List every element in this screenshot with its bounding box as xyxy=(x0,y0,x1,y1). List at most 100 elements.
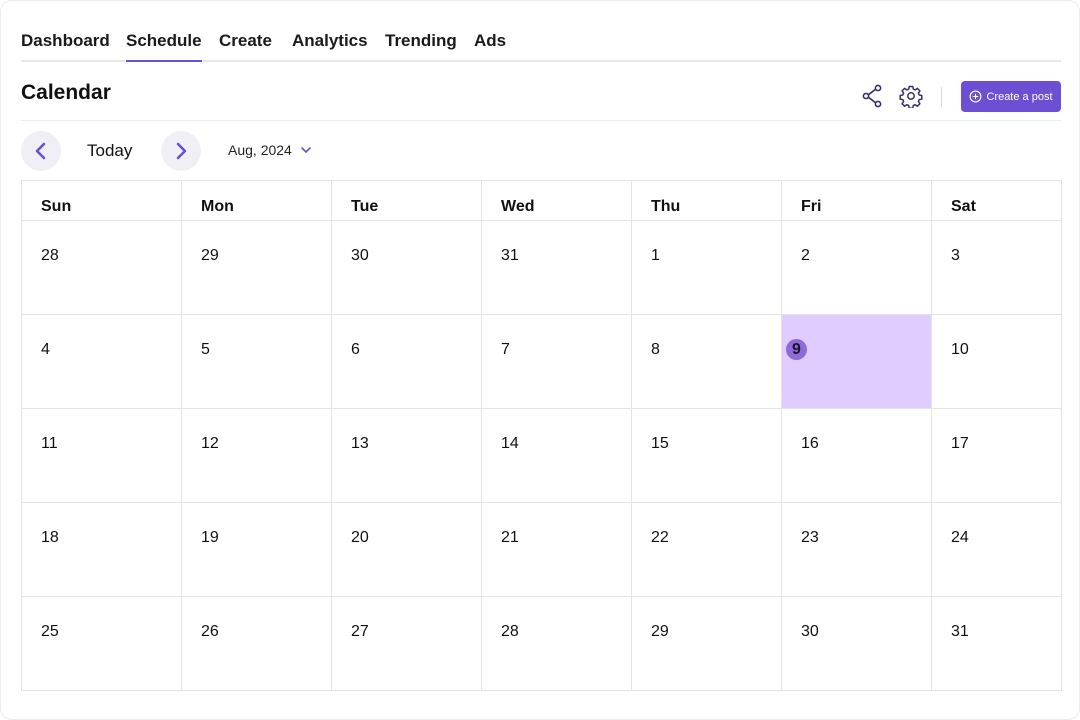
weekday-header-mon: Mon xyxy=(182,181,332,221)
app-window: Dashboard Schedule Create Analytics Tren… xyxy=(0,0,1080,720)
day-cell[interactable]: 18 xyxy=(22,503,182,597)
day-cell[interactable]: 29 xyxy=(182,221,332,315)
day-cell[interactable]: 15 xyxy=(632,409,782,503)
day-cell[interactable]: 17 xyxy=(932,409,1062,503)
day-number: 26 xyxy=(201,623,219,640)
day-cell[interactable]: 22 xyxy=(632,503,782,597)
day-cell[interactable]: 5 xyxy=(182,315,332,409)
day-number: 7 xyxy=(501,341,510,358)
day-cell[interactable]: 30 xyxy=(332,221,482,315)
calendar-header: Calendar Create a post xyxy=(21,73,1061,121)
previous-month-button[interactable] xyxy=(21,131,61,171)
day-number: 20 xyxy=(351,529,369,546)
month-label: Aug, 2024 xyxy=(228,142,292,158)
day-number: 28 xyxy=(501,623,519,640)
day-number: 14 xyxy=(501,435,519,452)
create-post-button[interactable]: Create a post xyxy=(961,81,1061,112)
header-divider xyxy=(941,87,942,107)
plus-circle-icon xyxy=(970,90,982,103)
page-title: Calendar xyxy=(21,81,111,104)
day-number: 27 xyxy=(351,623,369,640)
chevron-left-icon xyxy=(35,142,46,160)
day-cell[interactable]: 16 xyxy=(782,409,932,503)
weekday-header-sat: Sat xyxy=(932,181,1062,221)
day-cell[interactable]: 27 xyxy=(332,597,482,691)
weekday-header-thu: Thu xyxy=(632,181,782,221)
day-cell[interactable]: 31 xyxy=(482,221,632,315)
day-number: 8 xyxy=(651,341,660,358)
day-number: 18 xyxy=(41,529,59,546)
month-selector[interactable]: Aug, 2024 xyxy=(228,142,312,158)
day-cell[interactable]: 6 xyxy=(332,315,482,409)
day-cell[interactable]: 7 xyxy=(482,315,632,409)
day-number: 16 xyxy=(801,435,819,452)
day-cell[interactable]: 10 xyxy=(932,315,1062,409)
calendar-grid: Sun Mon Tue Wed Thu Fri Sat 28 29 30 31 1 2 3 4 5 6 7 8 9 10… xyxy=(21,180,1062,691)
day-cell[interactable]: 2 xyxy=(782,221,932,315)
chevron-right-icon xyxy=(176,142,187,160)
day-number: 30 xyxy=(801,623,819,640)
day-cell[interactable]: 26 xyxy=(182,597,332,691)
day-number: 25 xyxy=(41,623,59,640)
day-number: 15 xyxy=(651,435,669,452)
calendar-toolbar: Today Aug, 2024 xyxy=(21,131,1061,171)
day-cell[interactable]: 24 xyxy=(932,503,1062,597)
day-cell[interactable]: 28 xyxy=(22,221,182,315)
day-number: 21 xyxy=(501,529,519,546)
day-cell[interactable]: 29 xyxy=(632,597,782,691)
day-number: 29 xyxy=(651,623,669,640)
day-number: 11 xyxy=(41,435,58,452)
share-button[interactable] xyxy=(859,83,885,109)
settings-button[interactable] xyxy=(898,83,924,109)
day-number: 30 xyxy=(351,247,369,264)
chevron-down-icon xyxy=(301,147,311,153)
day-number: 22 xyxy=(651,529,669,546)
tab-schedule[interactable]: Schedule xyxy=(126,31,202,62)
day-number: 10 xyxy=(951,341,969,358)
share-icon xyxy=(862,84,882,108)
day-cell[interactable]: 4 xyxy=(22,315,182,409)
weekday-header-fri: Fri xyxy=(782,181,932,221)
day-number: 29 xyxy=(201,247,219,264)
day-cell[interactable]: 28 xyxy=(482,597,632,691)
day-cell[interactable]: 12 xyxy=(182,409,332,503)
top-nav: Dashboard Schedule Create Analytics Tren… xyxy=(21,1,1061,62)
day-number: 6 xyxy=(351,341,360,358)
day-number: 4 xyxy=(41,341,50,358)
day-cell[interactable]: 13 xyxy=(332,409,482,503)
tab-trending[interactable]: Trending xyxy=(385,31,457,51)
day-number: 19 xyxy=(201,529,219,546)
day-number: 12 xyxy=(201,435,219,452)
day-cell[interactable]: 31 xyxy=(932,597,1062,691)
day-cell[interactable]: 19 xyxy=(182,503,332,597)
today-button[interactable]: Today xyxy=(87,141,132,161)
day-cell[interactable]: 23 xyxy=(782,503,932,597)
day-number: 2 xyxy=(801,247,810,264)
day-cell[interactable]: 3 xyxy=(932,221,1062,315)
next-month-button[interactable] xyxy=(161,131,201,171)
weekday-header-sun: Sun xyxy=(22,181,182,221)
day-number: 31 xyxy=(501,247,519,264)
create-post-label: Create a post xyxy=(986,90,1053,103)
day-cell-selected[interactable]: 9 xyxy=(782,315,932,409)
day-cell[interactable]: 30 xyxy=(782,597,932,691)
tab-dashboard[interactable]: Dashboard xyxy=(21,31,110,51)
tab-ads[interactable]: Ads xyxy=(474,31,506,51)
day-cell[interactable]: 11 xyxy=(22,409,182,503)
day-number: 13 xyxy=(351,435,369,452)
tab-create[interactable]: Create xyxy=(219,31,272,51)
day-cell[interactable]: 25 xyxy=(22,597,182,691)
weekday-header-wed: Wed xyxy=(482,181,632,221)
day-cell[interactable]: 14 xyxy=(482,409,632,503)
day-number: 3 xyxy=(951,247,960,264)
day-cell[interactable]: 21 xyxy=(482,503,632,597)
day-number: 9 xyxy=(786,339,807,360)
day-number: 28 xyxy=(41,247,59,264)
tab-analytics[interactable]: Analytics xyxy=(292,31,368,51)
day-number: 31 xyxy=(951,623,969,640)
day-cell[interactable]: 1 xyxy=(632,221,782,315)
day-number: 17 xyxy=(951,435,969,452)
day-cell[interactable]: 8 xyxy=(632,315,782,409)
day-cell[interactable]: 20 xyxy=(332,503,482,597)
weekday-header-tue: Tue xyxy=(332,181,482,221)
